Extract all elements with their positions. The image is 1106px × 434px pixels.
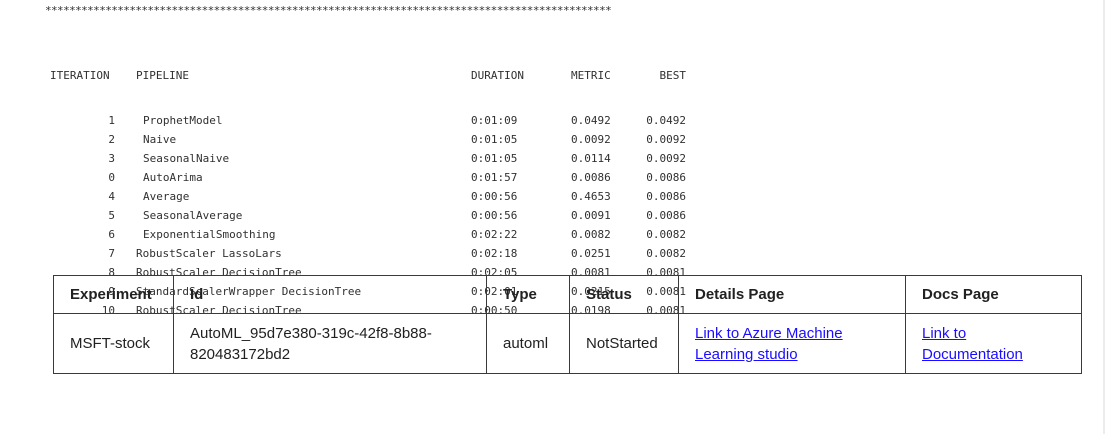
run-duration: 0:01:57 bbox=[471, 171, 518, 184]
header-metric: METRIC bbox=[571, 69, 611, 82]
run-best: 0.0086 bbox=[646, 190, 686, 203]
run-row: 0 AutoArima 0:01:57 0.0086 0.0086 bbox=[50, 168, 686, 187]
experiment-id: AutoML_95d7e380-319c-42f8-8b88-820483172… bbox=[173, 313, 487, 374]
docs-page-cell: Link to Documentation bbox=[905, 313, 1082, 374]
run-row: 4 Average 0:00:56 0.4653 0.0086 bbox=[50, 187, 686, 206]
experiment-type: automl bbox=[486, 313, 570, 374]
run-row: 2 Naive 0:01:05 0.0092 0.0092 bbox=[50, 130, 686, 149]
col-header-type: Type bbox=[486, 275, 570, 314]
run-iteration: 0 bbox=[108, 171, 115, 184]
run-iteration: 2 bbox=[108, 133, 115, 146]
header-pipeline: PIPELINE bbox=[136, 69, 189, 82]
run-pipeline: ProphetModel bbox=[143, 114, 223, 127]
experiment-table-header-row: Experiment Id Type Status Details Page D… bbox=[53, 275, 1082, 314]
run-metric: 0.0114 bbox=[571, 152, 611, 165]
output-separator: ****************************************… bbox=[45, 4, 612, 17]
header-best: BEST bbox=[659, 69, 687, 82]
run-pipeline: AutoArima bbox=[143, 171, 203, 184]
run-row: 7 RobustScaler LassoLars 0:02:18 0.0251 0.00… bbox=[50, 244, 686, 263]
run-duration: 0:02:18 bbox=[471, 247, 518, 260]
run-iteration: 1 bbox=[108, 114, 115, 127]
run-best: 0.0086 bbox=[646, 171, 686, 184]
run-iteration: 4 bbox=[108, 190, 115, 203]
run-row: 5 SeasonalAverage 0:00:56 0.0091 0.0086 bbox=[50, 206, 686, 225]
run-best: 0.0082 bbox=[646, 247, 686, 260]
run-pipeline: Average bbox=[143, 190, 190, 203]
header-duration: DURATION bbox=[471, 69, 524, 82]
run-best: 0.0492 bbox=[646, 114, 686, 127]
experiment-row: MSFT-stock AutoML_95d7e380-319c-42f8-8b8… bbox=[53, 313, 1082, 374]
run-best: 0.0092 bbox=[646, 152, 686, 165]
col-header-experiment: Experiment bbox=[53, 275, 174, 314]
run-pipeline: Naive bbox=[143, 133, 177, 146]
run-row: 6 ExponentialSmoothing 0:02:22 0.0082 0.0082 bbox=[50, 225, 686, 244]
run-duration: 0:00:56 bbox=[471, 209, 518, 222]
azure-ml-studio-link[interactable]: Link to Azure Machine Learning studio bbox=[695, 325, 843, 363]
run-duration: 0:00:56 bbox=[471, 190, 518, 203]
run-iteration: 7 bbox=[108, 247, 115, 260]
documentation-link[interactable]: Link to Documentation bbox=[922, 325, 1023, 363]
experiment-name: MSFT-stock bbox=[53, 313, 174, 374]
col-header-id: Id bbox=[173, 275, 487, 314]
run-duration: 0:01:09 bbox=[471, 114, 518, 127]
run-iteration: 3 bbox=[108, 152, 115, 165]
run-metric: 0.0251 bbox=[571, 247, 611, 260]
experiment-status: NotStarted bbox=[569, 313, 679, 374]
run-row: 1 ProphetModel 0:01:09 0.0492 0.0492 bbox=[50, 111, 686, 130]
experiment-table: Experiment Id Type Status Details Page D… bbox=[53, 275, 1082, 374]
run-pipeline: SeasonalAverage bbox=[143, 209, 243, 222]
col-header-docs-page: Docs Page bbox=[905, 275, 1082, 314]
run-metric: 0.0091 bbox=[571, 209, 611, 222]
run-iteration: 5 bbox=[108, 209, 115, 222]
run-pipeline: ExponentialSmoothing bbox=[143, 228, 276, 241]
run-header-row: ITERATION PIPELINE DURATION METRIC BEST bbox=[50, 66, 686, 85]
run-metric: 0.4653 bbox=[571, 190, 611, 203]
run-duration: 0:01:05 bbox=[471, 133, 518, 146]
col-header-details-page: Details Page bbox=[678, 275, 906, 314]
run-best: 0.0082 bbox=[646, 228, 686, 241]
header-iteration: ITERATION bbox=[50, 69, 110, 82]
run-best: 0.0092 bbox=[646, 133, 686, 146]
run-metric: 0.0082 bbox=[571, 228, 611, 241]
run-best: 0.0086 bbox=[646, 209, 686, 222]
run-metric: 0.0086 bbox=[571, 171, 611, 184]
scrollbar-track[interactable] bbox=[1103, 0, 1105, 434]
run-metric: 0.0092 bbox=[571, 133, 611, 146]
run-row: 3 SeasonalNaive 0:01:05 0.0114 0.0092 bbox=[50, 149, 686, 168]
run-metric: 0.0492 bbox=[571, 114, 611, 127]
run-pipeline: RobustScaler LassoLars bbox=[136, 247, 282, 260]
run-iteration: 6 bbox=[108, 228, 115, 241]
run-duration: 0:01:05 bbox=[471, 152, 518, 165]
col-header-status: Status bbox=[569, 275, 679, 314]
run-pipeline: SeasonalNaive bbox=[143, 152, 230, 165]
run-duration: 0:02:22 bbox=[471, 228, 518, 241]
details-page-cell: Link to Azure Machine Learning studio bbox=[678, 313, 906, 374]
